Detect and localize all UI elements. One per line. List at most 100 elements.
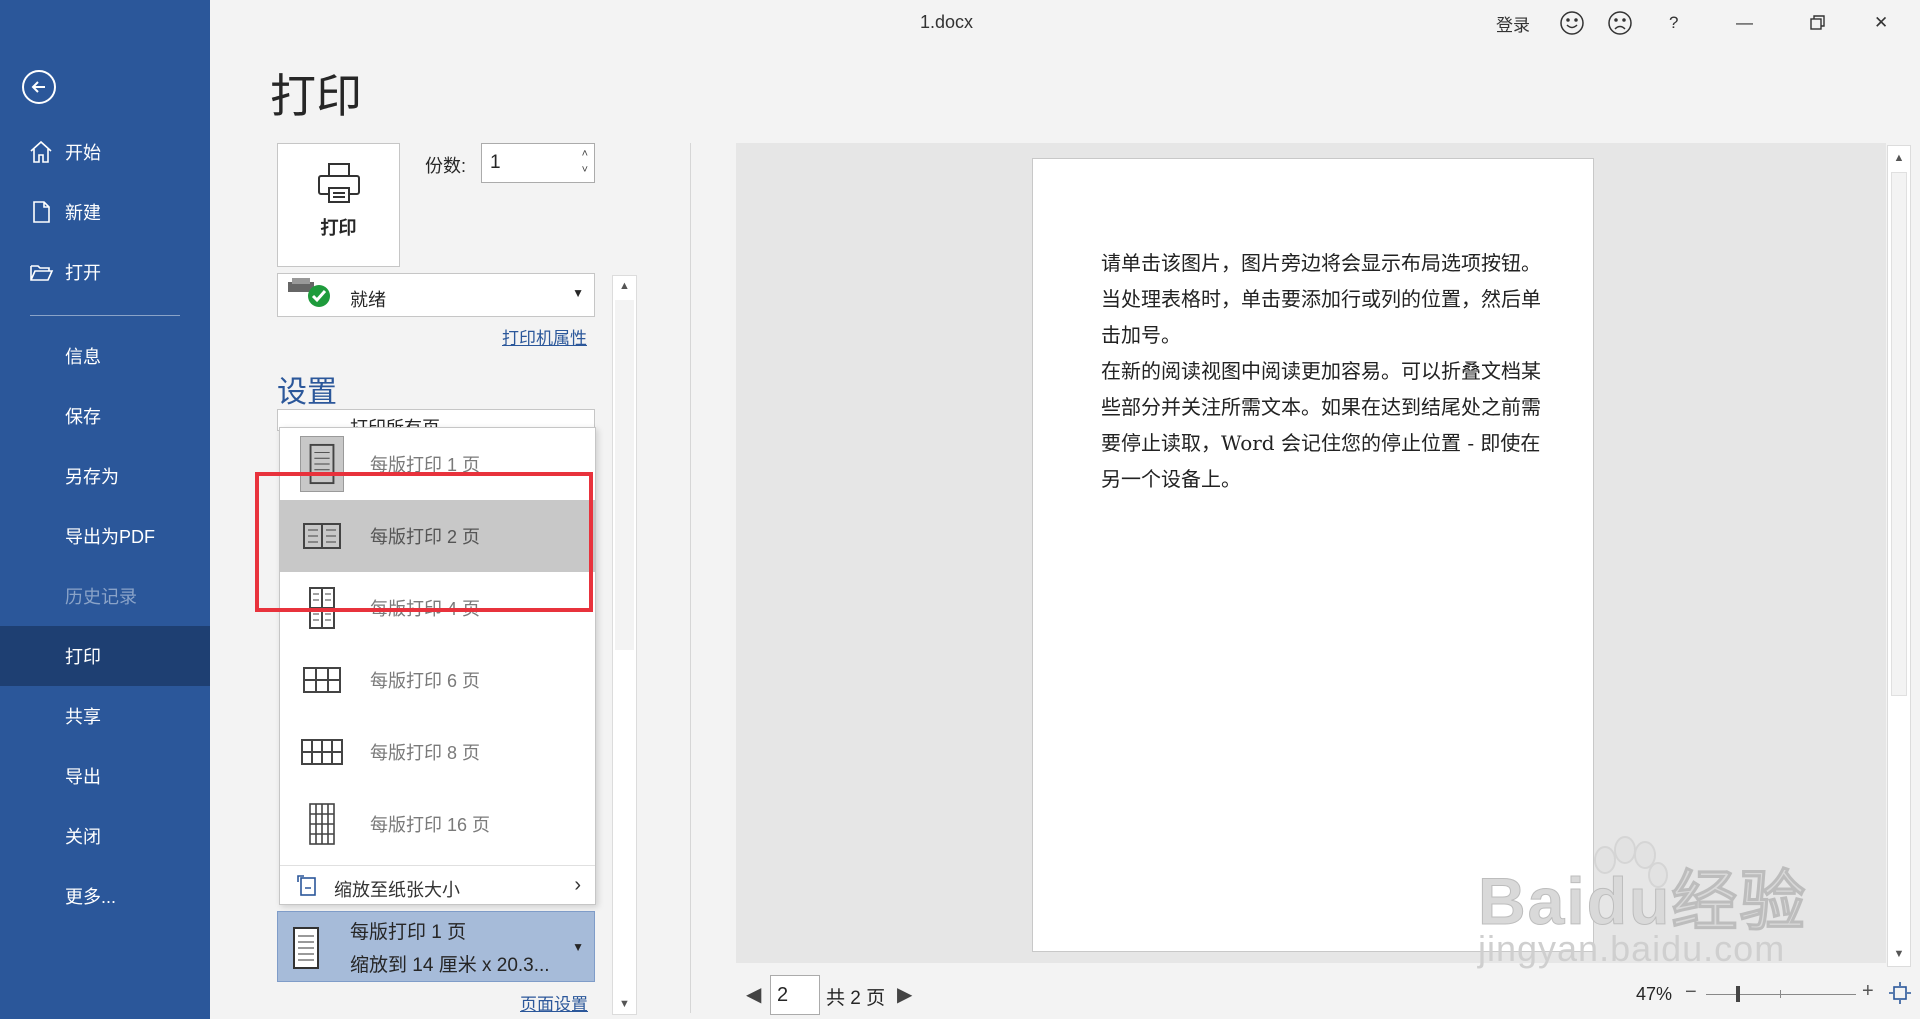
print-button[interactable]: 打印 (277, 143, 400, 267)
pages-per-sheet-select[interactable]: 每版打印 1 页 缩放到 14 厘米 x 20.3... ▼ (277, 911, 595, 982)
sidebar-item-open[interactable]: 打开 (0, 242, 210, 302)
menu-item-label: 每版打印 1 页 (370, 455, 481, 475)
scrollbar-thumb[interactable] (615, 300, 634, 650)
sidebar-item-label: 导出为PDF (65, 527, 155, 547)
pages-per-sheet-menu: 每版打印 1 页 每版打印 2 页 每版打印 4 页 每版打印 6 页 每版打印… (279, 427, 596, 905)
menu-item-4-pages[interactable]: 每版打印 4 页 (280, 572, 595, 644)
menu-item-label: 每版打印 4 页 (370, 599, 481, 619)
sidebar-item-home[interactable]: 开始 (0, 122, 210, 182)
page-setup-link[interactable]: 页面设置 (520, 990, 588, 1015)
sixteen-pages-icon (309, 803, 335, 845)
printer-icon (317, 163, 360, 203)
page-number-input[interactable]: 2 (770, 975, 820, 1015)
sidebar-item-label: 打开 (65, 263, 101, 283)
four-pages-icon (309, 587, 335, 629)
menu-item-16-pages[interactable]: 每版打印 16 页 (280, 788, 595, 860)
next-page-icon[interactable]: ▶ (897, 982, 912, 1007)
sidebar-item-label: 历史记录 (65, 587, 137, 607)
scale-value: 缩放到 14 厘米 x 20.3... (350, 955, 550, 976)
pane-divider (690, 143, 691, 1013)
zoom-out-button[interactable]: − (1685, 981, 1697, 1004)
frown-icon[interactable] (1607, 10, 1633, 36)
sidebar-item-label: 保存 (65, 407, 101, 427)
zoom-to-page-icon[interactable] (1888, 981, 1912, 1005)
restore-icon[interactable] (1804, 10, 1830, 36)
sidebar-item-share[interactable]: 共享 (0, 686, 210, 746)
folder-open-icon (30, 265, 54, 281)
preview-scrollbar[interactable]: ▲ ▼ (1887, 145, 1911, 967)
scrollbar-thumb[interactable] (1891, 172, 1907, 696)
smile-icon[interactable] (1559, 10, 1585, 36)
previous-page-icon[interactable]: ◀ (746, 982, 761, 1007)
zoom-slider[interactable] (1706, 994, 1856, 995)
back-icon[interactable] (22, 70, 56, 104)
pages-per-sheet-value: 每版打印 1 页 (350, 922, 467, 943)
sidebar-item-info[interactable]: 信息 (0, 326, 210, 386)
page-total: 共 2 页 (826, 988, 886, 1009)
one-page-icon (300, 436, 344, 492)
sidebar-item-label: 信息 (65, 347, 101, 367)
menu-item-6-pages[interactable]: 每版打印 6 页 (280, 644, 595, 716)
sidebar-item-close[interactable]: 关闭 (0, 806, 210, 866)
zoom-slider-thumb[interactable] (1736, 986, 1740, 1002)
sidebar-item-history: 历史记录 (0, 566, 210, 626)
scale-page-icon (297, 875, 316, 896)
copies-label: 份数: (425, 156, 467, 176)
scale-to-paper-item[interactable]: 缩放至纸张大小 › (280, 865, 595, 905)
copies-stepper[interactable]: 1 ˄ ˅ (481, 143, 595, 183)
printer-properties-link[interactable]: 打印机属性 (502, 324, 587, 349)
help-button[interactable]: ? (1669, 10, 1678, 36)
page-title: 打印 (270, 70, 362, 122)
scale-to-paper-label: 缩放至纸张大小 (334, 880, 460, 900)
new-document-icon (33, 201, 50, 223)
sidebar-item-print[interactable]: 打印 (0, 626, 210, 686)
one-page-icon (293, 927, 319, 969)
sidebar-item-label: 共享 (65, 707, 101, 727)
scroll-down-icon[interactable]: ▼ (613, 994, 636, 1014)
sidebar-item-export[interactable]: 导出 (0, 746, 210, 806)
sidebar-item-label: 新建 (65, 203, 101, 223)
sidebar-item-label: 另存为 (65, 467, 119, 487)
zoom-in-button[interactable]: + (1862, 980, 1874, 1003)
sidebar-item-more[interactable]: 更多... (0, 866, 210, 926)
preview-paragraph-1: 请单击该图片，图片旁边将会显示布局选项按钮。当处理表格时，单击要添加行或列的位置… (1101, 251, 1541, 347)
zoom-level[interactable]: 47% (1636, 984, 1672, 1005)
two-pages-icon (303, 523, 341, 549)
sidebar-item-label: 开始 (65, 143, 101, 163)
stepper-arrows-icon[interactable]: ˄ ˅ (582, 146, 588, 178)
preview-paragraph-2: 在新的阅读视图中阅读更加容易。可以折叠文档某些部分并关注所需文本。如果在达到结尾… (1101, 359, 1541, 491)
sidebar-item-label: 打印 (65, 647, 101, 667)
backstage-sidebar: 开始 新建 打开 信息 保存 另存为 导出为PDF 历史记录 打印 共享 导出 … (0, 0, 210, 1019)
menu-item-label: 每版打印 6 页 (370, 671, 481, 691)
copies-value: 1 (490, 152, 501, 173)
printer-select[interactable]: 就绪 ▼ (277, 273, 595, 317)
settings-scrollbar[interactable]: ▲ ▼ (612, 275, 637, 1015)
menu-item-1-page[interactable]: 每版打印 1 页 (280, 428, 595, 500)
signin-link[interactable]: 登录 (1496, 10, 1530, 36)
scroll-up-icon[interactable]: ▲ (1888, 148, 1910, 168)
document-title: 1.docx (920, 12, 974, 32)
sidebar-item-label: 更多... (65, 887, 117, 907)
sidebar-item-new[interactable]: 新建 (0, 182, 210, 242)
watermark-url: jingyan.baidu.com (1478, 928, 1786, 969)
printer-ready-icon (288, 278, 330, 307)
scroll-up-icon[interactable]: ▲ (613, 276, 636, 296)
printer-status: 就绪 (350, 290, 386, 310)
sidebar-item-label: 关闭 (65, 827, 101, 847)
menu-item-8-pages[interactable]: 每版打印 8 页 (280, 716, 595, 788)
menu-item-label: 每版打印 2 页 (370, 527, 481, 547)
menu-item-2-pages[interactable]: 每版打印 2 页 (280, 500, 595, 572)
scroll-down-icon[interactable]: ▼ (1888, 944, 1910, 964)
close-button[interactable]: ✕ (1874, 10, 1888, 36)
chevron-right-icon: › (574, 874, 581, 896)
minimize-button[interactable]: — (1736, 10, 1753, 36)
menu-item-label: 每版打印 16 页 (370, 815, 491, 835)
settings-heading: 设置 (277, 376, 337, 409)
sidebar-divider (30, 315, 180, 316)
menu-item-label: 每版打印 8 页 (370, 743, 481, 763)
zoom-slider-center-mark (1780, 990, 1781, 998)
sidebar-item-export-pdf[interactable]: 导出为PDF (0, 506, 210, 566)
sidebar-item-save-as[interactable]: 另存为 (0, 446, 210, 506)
preview-page: 请单击该图片，图片旁边将会显示布局选项按钮。当处理表格时，单击要添加行或列的位置… (1032, 158, 1594, 952)
sidebar-item-save[interactable]: 保存 (0, 386, 210, 446)
